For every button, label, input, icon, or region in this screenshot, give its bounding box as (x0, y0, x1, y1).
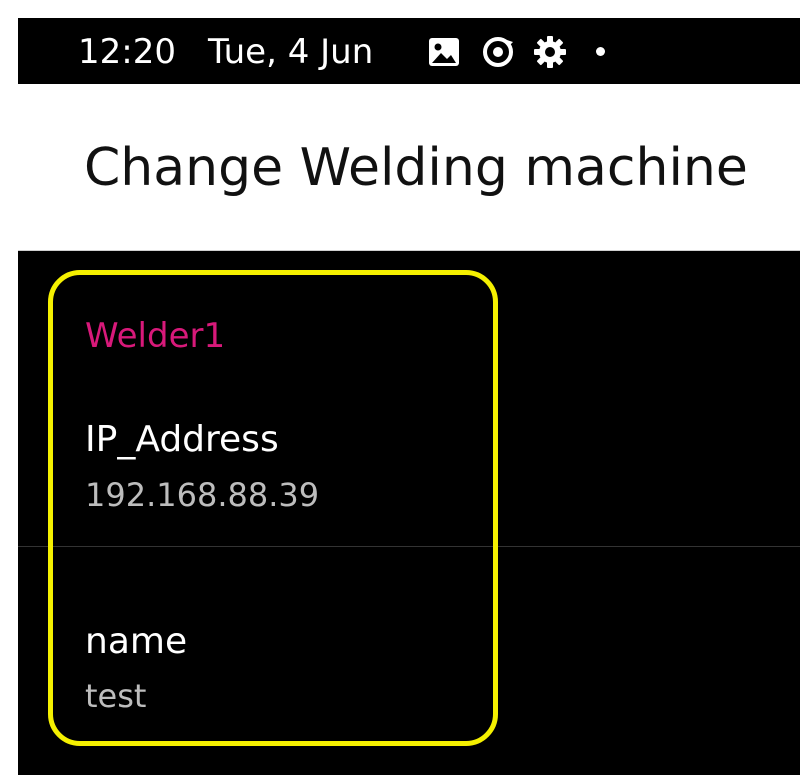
welder-name[interactable]: Welder1 (85, 316, 225, 356)
status-bar: 12:20 Tue, 4 Jun (18, 18, 800, 84)
welder-detail: Welder1 IP_Address 192.168.88.39 name te… (18, 251, 800, 775)
ip-address-label: IP_Address (85, 419, 279, 460)
page-title: Change Welding machine (84, 138, 748, 198)
status-time: 12:20 (78, 32, 176, 72)
notification-dot-icon (596, 47, 605, 56)
sync-icon (480, 34, 516, 70)
status-date: Tue, 4 Jun (208, 32, 374, 72)
name-value[interactable]: test (85, 677, 146, 715)
device-screen: 12:20 Tue, 4 Jun Change Welding machine … (18, 18, 800, 775)
app-bar: Change Welding machine (18, 84, 800, 251)
name-label: name (85, 621, 188, 662)
gear-icon (532, 34, 568, 70)
ip-address-value[interactable]: 192.168.88.39 (85, 476, 319, 514)
gallery-icon (426, 34, 462, 70)
